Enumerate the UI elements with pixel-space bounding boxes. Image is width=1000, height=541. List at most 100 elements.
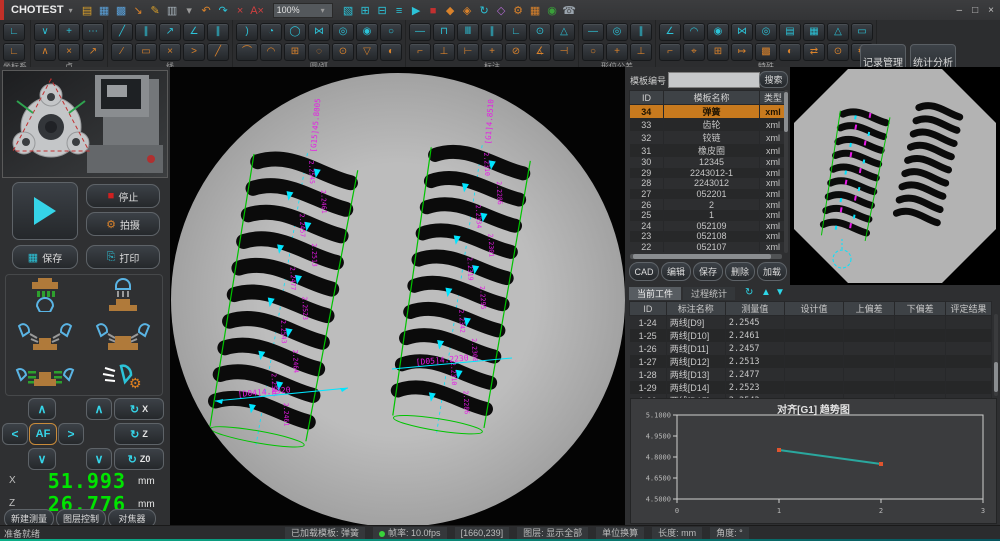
measurement-cell[interactable] [784,355,843,368]
tool-icon[interactable]: × [58,43,80,61]
measurement-cell[interactable] [946,329,992,342]
tool-icon[interactable]: ⊥ [433,43,455,61]
tool-icon[interactable]: ⌐ [659,43,681,61]
measurement-row[interactable]: 1-25两线[D10]2.2461 [630,329,992,342]
col-type[interactable]: 类型 [760,91,787,105]
measurement-cell[interactable]: 1-28 [630,368,667,381]
delete-template-button[interactable]: 删除 [725,262,755,281]
search-button[interactable]: 搜索 [759,71,788,88]
tool-icon[interactable]: ▭ [851,23,873,41]
edit-template-button[interactable]: 编辑 [661,262,691,281]
col-upper-deviation[interactable]: 上偏差 [844,302,895,316]
tool-icon[interactable]: Ⅲ [457,23,479,41]
measurement-cell[interactable] [946,316,992,330]
tool-icon[interactable]: ◎ [606,23,628,41]
tool-icon[interactable]: ⊞ [707,43,729,61]
stop-icon[interactable]: ■ [425,2,442,20]
jog-down-button[interactable]: ∨ [28,448,56,470]
measurement-cell[interactable]: 两线[D14] [666,381,725,394]
col-id[interactable]: ID [630,302,667,316]
measurement-cell[interactable] [895,342,946,355]
light-settings-button[interactable]: ⚙ [91,358,155,392]
template-cell[interactable]: xml [760,178,787,189]
tool-icon[interactable]: ∠ [659,23,681,41]
undo-icon[interactable]: ↶ [198,2,215,20]
template-cell[interactable]: 32 [630,131,664,144]
tool-icon[interactable]: ⌐ [409,43,431,61]
template-cell[interactable]: xml [760,157,787,168]
tool-icon[interactable]: ⊢ [457,43,479,61]
results-vscrollbar[interactable] [994,314,998,396]
template-row[interactable]: 27052201xml [630,189,787,200]
tool-icon[interactable]: > [183,43,205,61]
layers-icon[interactable]: ≡ [391,2,408,20]
tool-icon[interactable]: ◉ [356,23,378,41]
tool-icon[interactable]: × [159,43,181,61]
tool-icon[interactable]: △ [553,23,575,41]
tool-icon[interactable]: ∥ [207,23,229,41]
compare-view-icon[interactable]: ⊟ [374,2,391,20]
tool-icon[interactable]: ↗ [82,43,104,61]
template-cell[interactable]: xml [760,118,787,131]
zoom-caret-icon[interactable]: ▾ [321,6,325,15]
coaxial-light-button[interactable] [91,278,155,312]
app-menu[interactable]: CHOTEST [11,4,64,16]
measurement-cell[interactable]: 两线[D12] [666,355,725,368]
tool-icon[interactable]: + [481,43,503,61]
measurement-cell[interactable] [895,329,946,342]
tool-icon[interactable]: ⌒ [236,43,258,61]
measurement-cell[interactable]: 两线[D9] [666,316,725,330]
template-cell[interactable]: xml [760,221,787,232]
template-cell[interactable]: 弹簧 [664,105,760,119]
template-cell[interactable]: 27 [630,189,664,200]
image-icon[interactable]: ▧ [340,2,357,20]
tool-icon[interactable]: ⊣ [553,43,575,61]
refresh-icon[interactable]: ↻ [745,287,753,298]
template-cell[interactable]: 2 [664,199,760,210]
tool-icon[interactable]: △ [827,23,849,41]
grid-icon[interactable]: ▦ [527,2,544,20]
backlight-button[interactable] [13,358,77,392]
autofocus-button[interactable]: AF [29,423,57,445]
pointer-icon[interactable]: ◈ [459,2,476,20]
col-evaluation-result[interactable]: 评定结果 [946,302,992,316]
tool-icon[interactable]: ▭ [135,43,157,61]
save-all-icon[interactable]: ▩ [113,2,130,20]
template-cell[interactable]: xml [760,231,787,242]
side-light-left-right-button[interactable] [13,318,77,352]
measurement-cell[interactable] [844,342,895,355]
measurement-cell[interactable]: 2.2461 [725,329,784,342]
tool-icon[interactable]: ∧ [34,43,56,61]
tool-icon[interactable]: — [582,23,604,41]
template-row[interactable]: 24052109xml [630,221,787,232]
measurement-cell[interactable]: 1-25 [630,329,667,342]
template-cell[interactable]: 30 [630,157,664,168]
edit-icon[interactable]: ✎ [147,2,164,20]
measurement-cell[interactable] [844,316,895,330]
redo-icon[interactable]: ↷ [215,2,232,20]
tool-icon[interactable]: ⊘ [505,43,527,61]
open-folder-icon[interactable]: ▤ [79,2,96,20]
clipboard-icon[interactable]: ▥ [164,2,181,20]
tool-icon[interactable]: ╱ [111,23,133,41]
tool-icon[interactable]: ∥ [135,23,157,41]
measurement-cell[interactable]: 2.2545 [725,316,784,330]
col-annotation-name[interactable]: 标注名称 [666,302,725,316]
run-button[interactable] [12,182,78,240]
col-measured-value[interactable]: 测量值 [725,302,784,316]
tool-icon[interactable]: ◉ [707,23,729,41]
measurement-cell[interactable]: 2.2457 [725,342,784,355]
col-template-name[interactable]: 模板名称 [664,91,760,105]
tool-icon[interactable]: ▤ [779,23,801,41]
template-cell[interactable]: 28 [630,178,664,189]
delete-all-icon[interactable]: A× [249,2,266,20]
minimize-button[interactable]: – [957,5,963,16]
secondary-camera-view[interactable] [790,67,1000,285]
template-cell[interactable]: xml [760,189,787,200]
tool-icon[interactable]: ∟ [505,23,527,41]
controller-icon[interactable]: ◆ [442,2,459,20]
tool-icon[interactable]: ⋈ [731,23,753,41]
template-vscrollbar[interactable] [784,90,788,253]
tool-icon[interactable]: ∠ [183,23,205,41]
tool-icon[interactable]: ↗ [159,23,181,41]
